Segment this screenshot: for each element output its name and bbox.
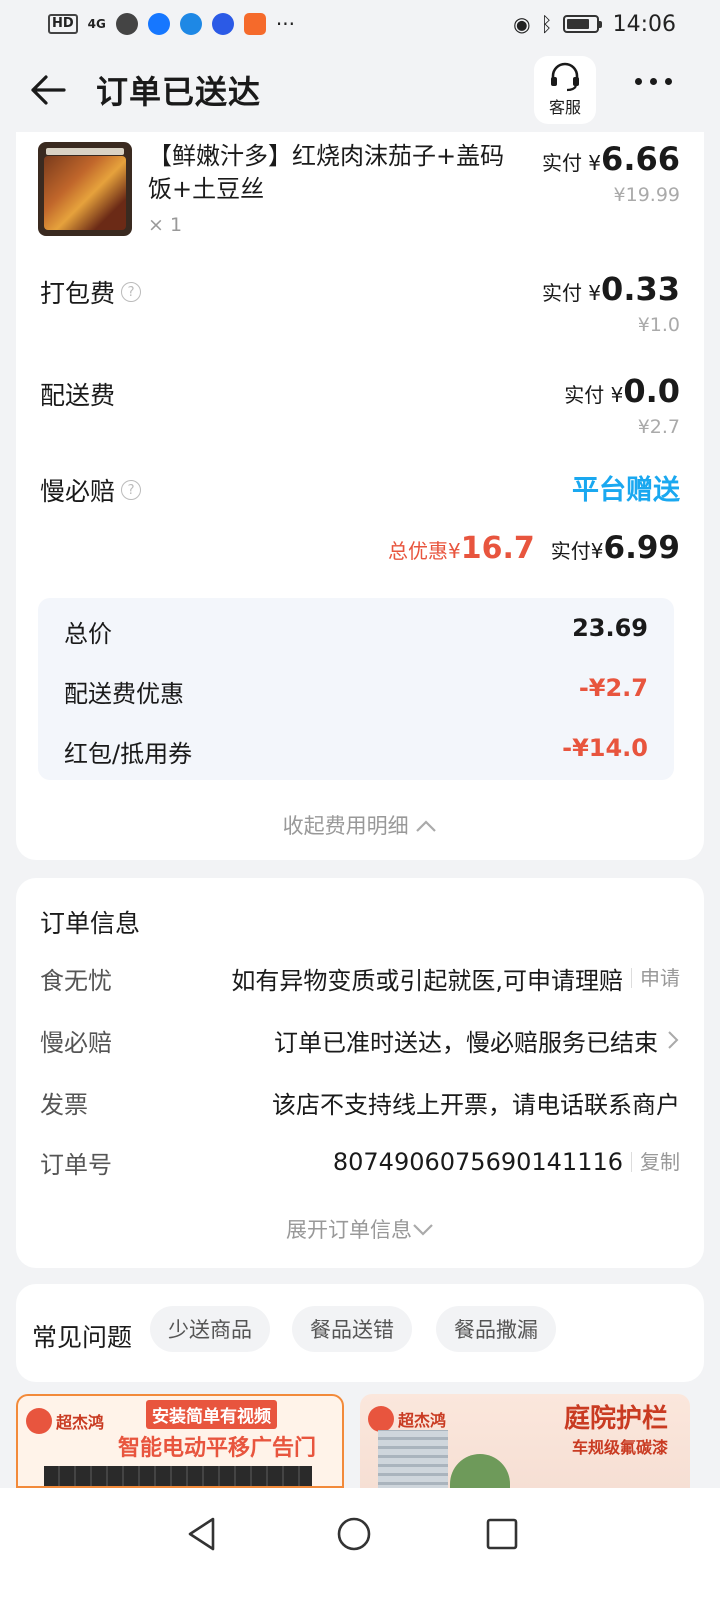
product-name: 【鲜嫩汁多】红烧肉沫茄子+盖码饭+土豆丝 <box>148 142 505 203</box>
cost-breakdown: 总价 23.69 配送费优惠 -¥2.7 红包/抵用券 -¥14.0 <box>38 598 674 780</box>
app-icon <box>243 13 266 35</box>
ad-badge: 安装简单有视频 <box>146 1400 277 1429</box>
help-icon[interactable]: ? <box>121 282 142 302</box>
app-header: 订单已送达 客服 <box>0 48 720 132</box>
order-info-title: 订单信息 <box>40 909 141 938</box>
packaging-fee-label: 打包费? <box>40 274 142 310</box>
product-paid: 实付 ¥6.66 <box>541 140 680 178</box>
customer-service-button[interactable]: 客服 <box>534 56 596 124</box>
info-row-invoice: 发票 该店不支持线上开票，请电话联系商户 <box>40 1090 680 1119</box>
network-hd-badge: HD <box>48 14 78 34</box>
faq-chip-spilled-items[interactable]: 餐品撒漏 <box>436 1306 556 1352</box>
ie-icon <box>179 13 202 35</box>
apply-claim-link[interactable]: 申请 <box>631 968 680 988</box>
breakdown-row-delivery-discount: 配送费优惠 -¥2.7 <box>64 674 648 708</box>
more-notifications-icon: ··· <box>275 12 295 36</box>
faq-chip-wrong-items[interactable]: 餐品送错 <box>292 1306 412 1352</box>
order-info-card: 订单信息 食无忧 如有异物变质或引起就医,可申请理赔 申请 慢必赔 订单已准时送… <box>16 878 704 1268</box>
ad-banner-door[interactable]: 超杰鸿 安装简单有视频 智能电动平移广告门 <box>16 1394 344 1488</box>
breakdown-row-total: 总价 23.69 <box>64 614 648 648</box>
chevron-right-icon <box>668 1031 679 1049</box>
product-thumbnail[interactable] <box>38 142 132 236</box>
breakdown-row-coupon: 红包/抵用券 -¥14.0 <box>64 734 648 768</box>
faq-title: 常见问题 <box>32 1323 133 1352</box>
ad-headline: 庭院护栏 <box>564 1404 669 1434</box>
delivery-fee-label: 配送费 <box>40 381 116 410</box>
info-row-slow-compensation[interactable]: 慢必赔 订单已准时送达，慢必赔服务已结束 <box>40 1020 680 1060</box>
signal-icon: 4G <box>87 17 106 31</box>
square-recents-icon <box>486 1518 518 1550</box>
clock: 14:06 <box>612 11 676 37</box>
total-discount: 总优惠¥16.7 <box>388 531 535 566</box>
tree-image <box>450 1454 510 1488</box>
ad-banner-fence[interactable]: 超杰鸿 庭院护栏 车规级氟碳漆 <box>360 1394 690 1488</box>
more-menu-button[interactable] <box>635 78 672 85</box>
circle-home-icon <box>337 1517 371 1551</box>
payment-summary: 总优惠¥16.7 实付¥6.99 <box>388 530 680 566</box>
info-row-food-safety: 食无忧 如有异物变质或引起就医,可申请理赔 申请 <box>40 966 680 995</box>
eye-icon: ◉ <box>513 12 531 36</box>
nav-recents-button[interactable] <box>480 1512 524 1556</box>
total-paid: 实付¥6.99 <box>550 530 680 566</box>
product-original-price: ¥19.99 <box>613 184 680 206</box>
nav-home-button[interactable] <box>332 1512 376 1556</box>
packaging-fee-paid: 实付 ¥0.33 <box>541 270 680 308</box>
faq-card: 常见问题 少送商品 餐品送错 餐品撒漏 <box>16 1284 704 1382</box>
copy-order-number-button[interactable]: 复制 <box>631 1152 680 1172</box>
brand-logo-icon <box>26 1408 52 1434</box>
packaging-fee-original: ¥1.0 <box>637 314 680 336</box>
building-image <box>378 1430 448 1488</box>
wechat-icon <box>115 13 138 35</box>
order-cost-card: 【鲜嫩汁多】红烧肉沫茄子+盖码饭+土豆丝 × 1 实付 ¥6.66 ¥19.99… <box>16 132 704 860</box>
ad-headline: 智能电动平移广告门 <box>118 1436 317 1461</box>
chevron-down-icon <box>413 1224 433 1236</box>
slow-compensation-value: 平台赠送 <box>572 475 680 506</box>
back-arrow-icon <box>31 75 66 105</box>
baidu-icon <box>211 13 234 35</box>
expand-order-info-toggle[interactable]: 展开订单信息 <box>16 1214 704 1244</box>
brand-logo-icon <box>368 1406 394 1432</box>
ad-brand: 超杰鸿 <box>26 1404 104 1438</box>
browser-icon <box>147 13 170 35</box>
customer-service-label: 客服 <box>548 98 581 117</box>
page-title: 订单已送达 <box>96 73 262 111</box>
ad-subline: 车规级氟碳漆 <box>572 1438 669 1457</box>
delivery-fee-original: ¥2.7 <box>637 416 680 438</box>
battery-icon <box>562 15 602 33</box>
door-image <box>44 1466 312 1486</box>
system-navigation-bar <box>0 1488 720 1600</box>
faq-chip-missing-items[interactable]: 少送商品 <box>150 1306 270 1352</box>
status-bar: HD 4G ··· ◉ ᛒ 14:06 <box>0 0 720 48</box>
collapse-fees-toggle[interactable]: 收起费用明细 <box>16 810 704 840</box>
chevron-up-icon <box>416 820 437 832</box>
delivery-fee-paid: 实付 ¥0.0 <box>564 372 680 410</box>
back-button[interactable] <box>28 70 68 110</box>
help-icon[interactable]: ? <box>121 480 142 500</box>
slow-compensation-label: 慢必赔? <box>40 472 142 508</box>
bluetooth-icon: ᛒ <box>540 12 553 36</box>
product-quantity: × 1 <box>148 214 183 236</box>
nav-back-button[interactable] <box>180 1512 224 1556</box>
triangle-back-icon <box>188 1517 215 1551</box>
info-row-order-number: 订单号 8074906075690141116 复制 <box>40 1148 680 1179</box>
headset-icon <box>551 62 579 92</box>
